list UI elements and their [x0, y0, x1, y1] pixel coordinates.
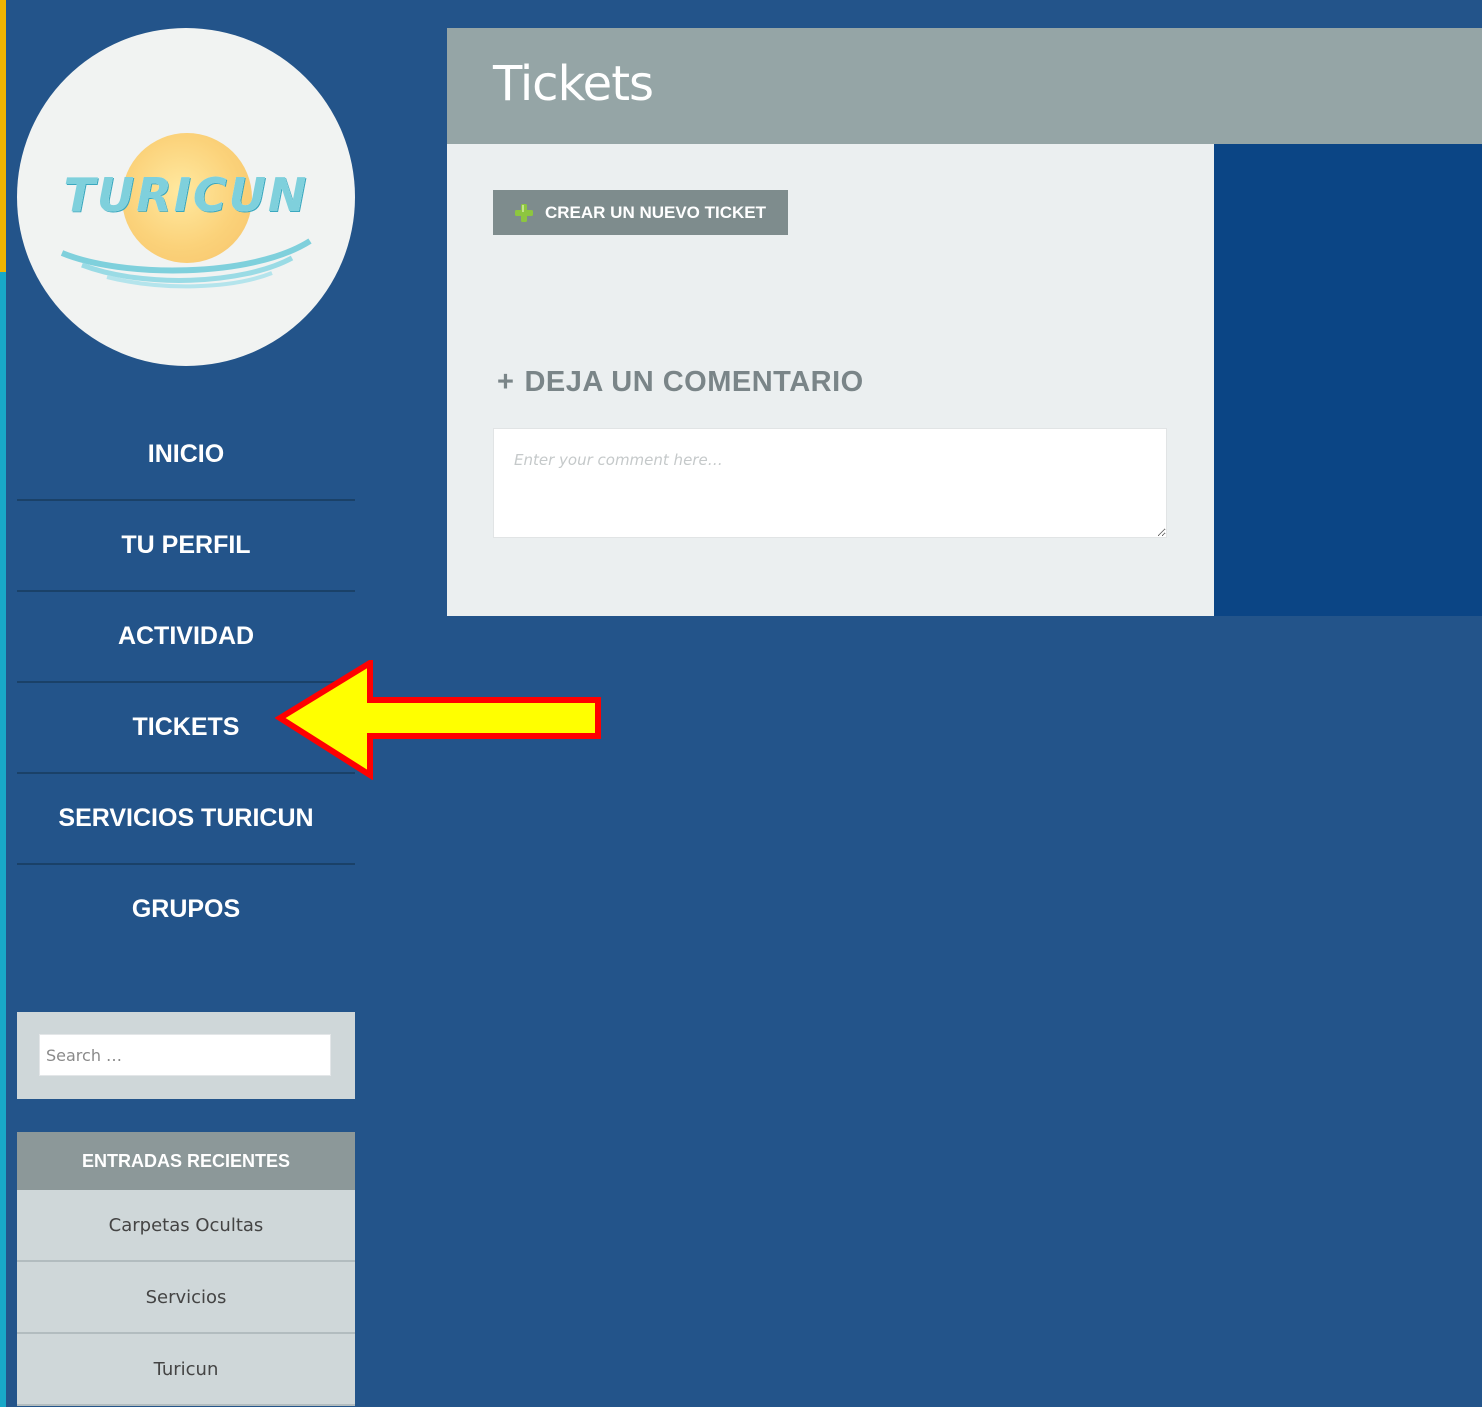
page-header: Tickets — [447, 28, 1482, 144]
tickets-content: CREAR UN NUEVO TICKET + DEJA UN COMENTARI… — [447, 144, 1214, 616]
comment-heading-label: DEJA UN COMENTARIO — [524, 366, 864, 398]
recent-posts-heading: ENTRADAS RECIENTES — [17, 1132, 355, 1190]
nav-item-label: ACTIVIDAD — [117, 622, 255, 650]
recent-post-label: Carpetas Ocultas — [108, 1214, 264, 1236]
comment-heading: + DEJA UN COMENTARIO — [497, 366, 864, 399]
plus-circle-icon — [513, 202, 535, 224]
new-ticket-label: CREAR UN NUEVO TICKET — [545, 202, 767, 222]
new-ticket-button[interactable]: CREAR UN NUEVO TICKET — [493, 190, 788, 235]
nav-item-label: TU PERFIL — [121, 531, 251, 559]
nav-item-grupos[interactable]: GRUPOS — [17, 865, 355, 954]
plus-icon: + — [497, 366, 515, 398]
edge-accent-bottom — [0, 272, 6, 1407]
recent-posts-widget: ENTRADAS RECIENTES Carpetas Ocultas Serv… — [17, 1132, 355, 1406]
sidebar-right-panel — [1214, 144, 1482, 616]
recent-post-label: Turicun — [153, 1358, 219, 1380]
page-title: Tickets — [493, 56, 654, 112]
nav-item-tu-perfil[interactable]: TU PERFIL — [17, 501, 355, 592]
recent-post-label: Servicios — [145, 1286, 227, 1308]
search-widget — [17, 1012, 355, 1099]
logo-waves-icon — [60, 238, 312, 289]
nav-item-inicio[interactable]: INICIO — [17, 410, 355, 501]
nav-item-servicios-turicun[interactable]: SERVICIOS TURICUN — [17, 774, 355, 865]
edge-accent-top — [0, 0, 6, 272]
nav-item-label: TICKETS — [132, 713, 240, 741]
site-logo[interactable]: TURICUN — [17, 28, 355, 366]
logo-text: TURICUN — [63, 168, 309, 222]
nav-item-label: GRUPOS — [131, 895, 241, 923]
arrow-left-icon — [275, 660, 601, 780]
comment-textarea[interactable] — [493, 428, 1167, 538]
nav-item-label: SERVICIOS TURICUN — [58, 804, 314, 832]
nav-item-label: INICIO — [147, 440, 225, 468]
recent-post-link[interactable]: Carpetas Ocultas — [17, 1190, 355, 1262]
search-input[interactable] — [39, 1034, 331, 1076]
recent-post-link[interactable]: Servicios — [17, 1262, 355, 1334]
recent-post-link[interactable]: Turicun — [17, 1334, 355, 1406]
